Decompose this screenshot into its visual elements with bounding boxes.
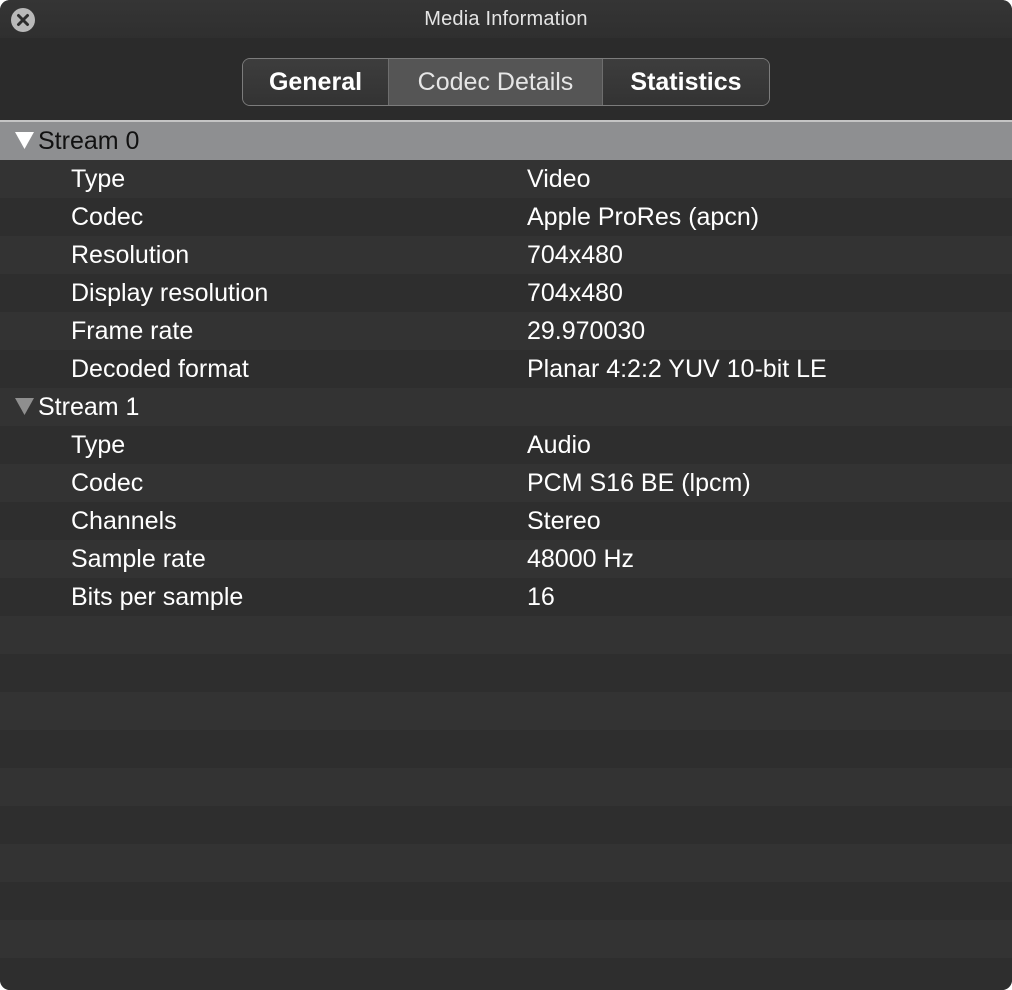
tab-statistics[interactable]: Statistics bbox=[603, 59, 769, 105]
property-row: Channels Stereo bbox=[0, 502, 1012, 540]
media-information-window: Media Information General Codec Details … bbox=[0, 0, 1012, 990]
property-label: Bits per sample bbox=[71, 583, 244, 611]
property-row: Bits per sample 16 bbox=[0, 578, 1012, 616]
tab-segmented-control: General Codec Details Statistics bbox=[242, 58, 770, 106]
property-label: Channels bbox=[71, 507, 177, 535]
property-row: Type Video bbox=[0, 160, 1012, 198]
property-label: Sample rate bbox=[71, 545, 206, 573]
property-value: PCM S16 BE (lpcm) bbox=[527, 469, 751, 497]
stream-label: Stream 0 bbox=[38, 127, 140, 155]
property-value: 704x480 bbox=[527, 279, 623, 307]
property-value: Stereo bbox=[527, 507, 601, 535]
property-row: Resolution 704x480 bbox=[0, 236, 1012, 274]
disclosure-triangle-expanded-icon[interactable] bbox=[15, 398, 34, 415]
property-label: Codec bbox=[71, 469, 144, 497]
property-value: 29.970030 bbox=[527, 317, 646, 345]
stream-row[interactable]: Stream 1 bbox=[0, 388, 1012, 426]
property-label: Decoded format bbox=[71, 355, 249, 383]
property-row: Type Audio bbox=[0, 426, 1012, 464]
property-row: Sample rate 48000 Hz bbox=[0, 540, 1012, 578]
property-value: 704x480 bbox=[527, 241, 623, 269]
property-label: Frame rate bbox=[71, 317, 194, 345]
disclosure-triangle-expanded-icon[interactable] bbox=[15, 132, 34, 149]
codec-details-outline: Stream 0 Type Video Codec Apple ProRes (… bbox=[0, 120, 1012, 990]
property-label: Type bbox=[71, 431, 126, 459]
property-row: Decoded format Planar 4:2:2 YUV 10-bit L… bbox=[0, 350, 1012, 388]
property-value: 16 bbox=[527, 583, 555, 611]
toolbar: General Codec Details Statistics bbox=[0, 38, 1012, 120]
stream-row[interactable]: Stream 0 bbox=[0, 122, 1012, 160]
property-row: Codec PCM S16 BE (lpcm) bbox=[0, 464, 1012, 502]
property-label: Resolution bbox=[71, 241, 190, 269]
property-value: Planar 4:2:2 YUV 10-bit LE bbox=[527, 355, 827, 383]
property-value: Video bbox=[527, 165, 591, 193]
property-label: Display resolution bbox=[71, 279, 269, 307]
property-value: Audio bbox=[527, 431, 591, 459]
tab-codec-details[interactable]: Codec Details bbox=[389, 59, 603, 105]
stream-label: Stream 1 bbox=[38, 393, 140, 421]
property-value: 48000 Hz bbox=[527, 545, 635, 573]
property-row: Frame rate 29.970030 bbox=[0, 312, 1012, 350]
property-value: Apple ProRes (apcn) bbox=[527, 203, 760, 231]
property-row: Display resolution 704x480 bbox=[0, 274, 1012, 312]
property-row: Codec Apple ProRes (apcn) bbox=[0, 198, 1012, 236]
property-label: Codec bbox=[71, 203, 144, 231]
property-label: Type bbox=[71, 165, 126, 193]
window-title: Media Information bbox=[424, 8, 588, 30]
title-bar: Media Information bbox=[0, 0, 1012, 38]
tab-general[interactable]: General bbox=[243, 59, 389, 105]
